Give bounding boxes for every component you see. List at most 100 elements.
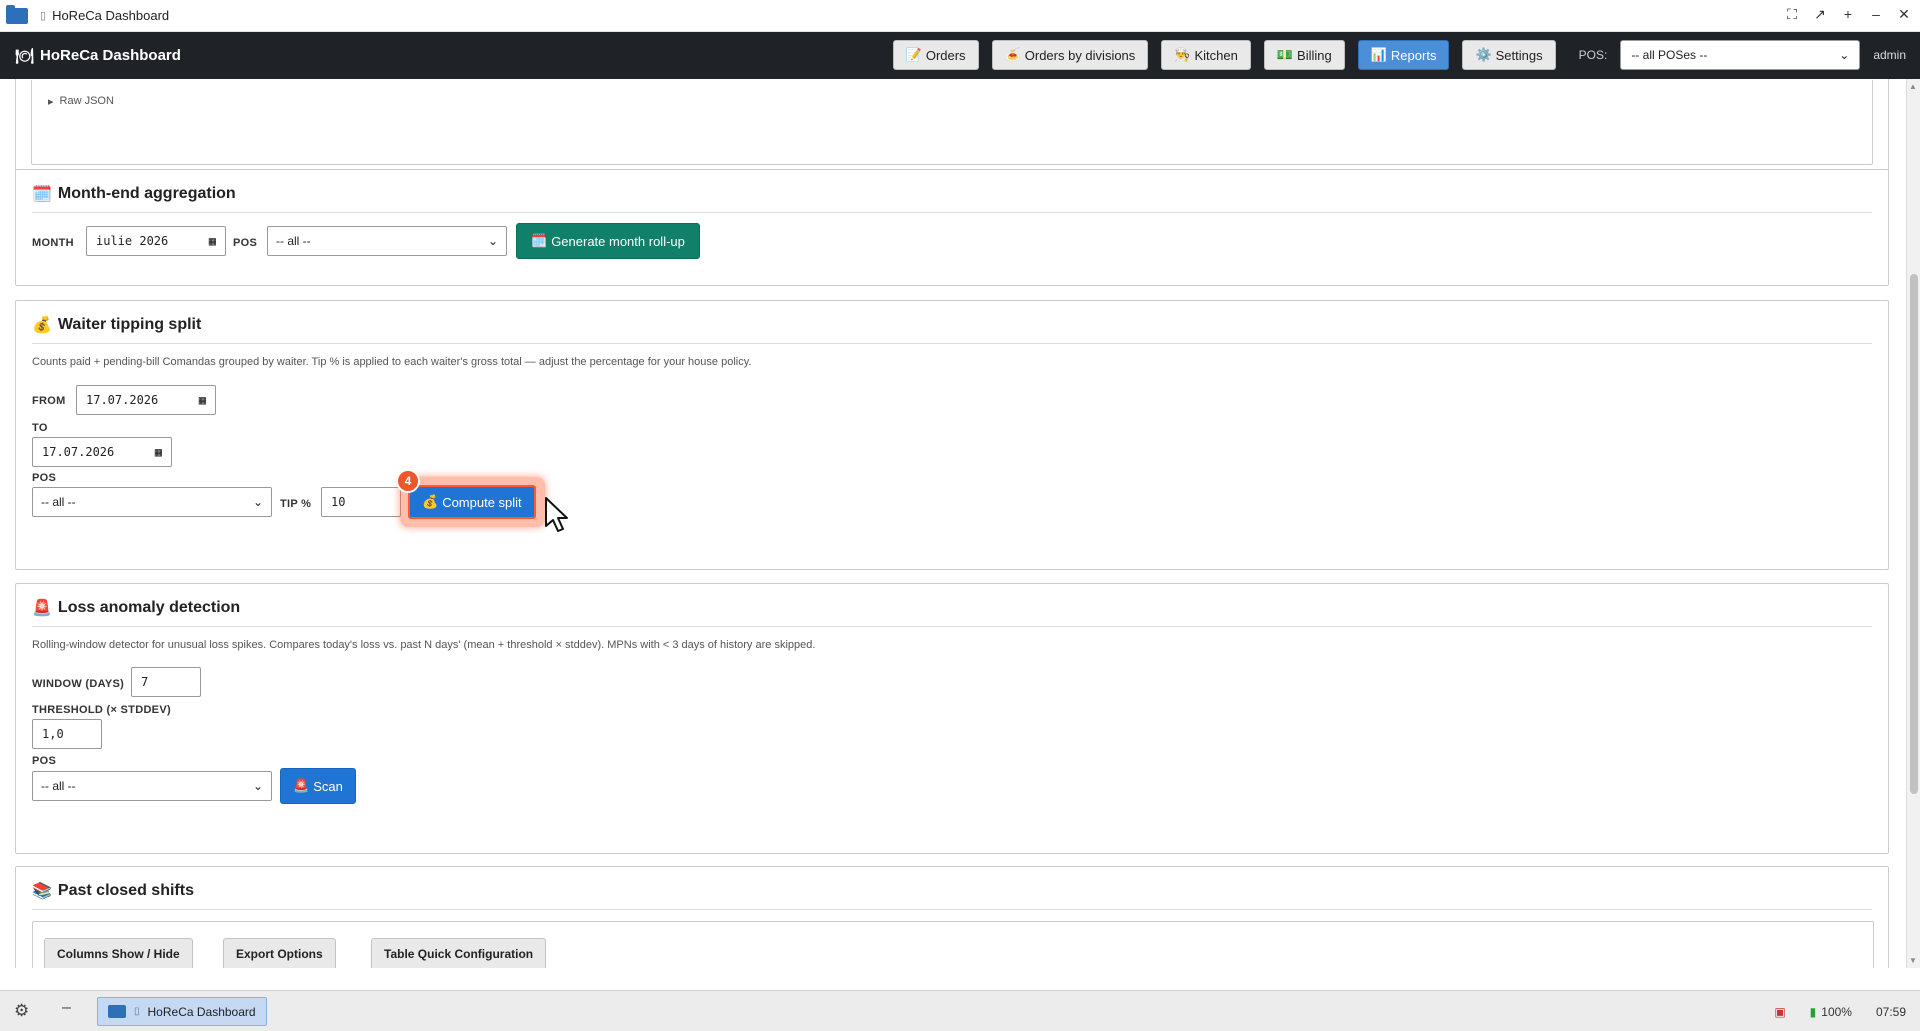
step-badge: 4 [396, 469, 420, 493]
month-end-heading: 🗓️ Month-end aggregation [32, 184, 1872, 213]
chef-icon: 👨‍🍳 [1174, 47, 1191, 62]
tipping-title: Waiter tipping split [57, 316, 202, 333]
export-options-tab[interactable]: Export Options [223, 938, 336, 968]
loss-pos-select[interactable]: -- all -- ⌄ [32, 771, 272, 801]
nav-kitchen-label: Kitchen [1194, 47, 1238, 63]
tipping-heading: 💰 Waiter tipping split [32, 315, 1872, 344]
scroll-up-icon[interactable]: ▲ [1909, 82, 1917, 91]
nav-kitchen-button[interactable]: 👨‍🍳 Kitchen [1161, 40, 1251, 70]
export-options-label: Export Options [236, 947, 323, 961]
scroll-down-icon[interactable]: ▼ [1909, 956, 1917, 965]
columns-show-hide-tab[interactable]: Columns Show / Hide [44, 938, 193, 968]
table-quick-config-tab[interactable]: Table Quick Configuration [371, 938, 547, 968]
to-date-input[interactable]: 17.07.2026 ▦ [32, 437, 172, 467]
to-date-value: 17.07.2026 [42, 445, 115, 459]
page-icon: ▯ [40, 10, 47, 22]
tipping-card: 💰 Waiter tipping split Counts paid + pen… [15, 300, 1889, 570]
folder-icon [108, 1005, 126, 1018]
scrollbar-thumb[interactable] [1910, 274, 1918, 794]
calendar-picker-icon[interactable]: ▦ [209, 234, 216, 248]
to-label: TO [32, 422, 48, 434]
money-icon: 💵 [1276, 47, 1294, 62]
restore-icon[interactable]: ↗ [1812, 6, 1828, 23]
nav-settings-button[interactable]: ⚙️ Settings [1462, 40, 1556, 70]
window-days-label: WINDOW (DAYS) [32, 678, 125, 690]
chevron-down-icon: ⌄ [252, 495, 263, 509]
columns-show-hide-label: Columns Show / Hide [57, 947, 180, 961]
loss-description: Rolling-window detector for unusual loss… [32, 639, 816, 651]
new-window-icon[interactable]: + [1840, 6, 1856, 23]
money-bag-icon: 💰 [422, 494, 439, 509]
compute-split-button[interactable]: 💰 Compute split [408, 485, 536, 519]
from-date-input[interactable]: 17.07.2026 ▦ [76, 385, 216, 415]
books-icon: 📚 [32, 883, 52, 900]
taskbar-app-button[interactable]: ▯ HoReCa Dashboard [97, 997, 267, 1026]
month-end-title: Month-end aggregation [57, 185, 236, 202]
month-pos-label: POS [233, 237, 258, 249]
nav-reports-button[interactable]: 📊 Reports [1357, 40, 1450, 70]
shifts-title: Past closed shifts [57, 882, 194, 899]
compute-split-label: Compute split [442, 494, 522, 510]
battery-icon: ▮ [1809, 1004, 1817, 1019]
tip-percent-value: 10 [331, 495, 346, 509]
month-pos-select[interactable]: -- all -- ⌄ [267, 226, 507, 256]
threshold-label: THRESHOLD (× STDDEV) [32, 704, 171, 716]
chevron-down-icon: ⌄ [487, 234, 498, 248]
nav-reports-label: Reports [1390, 47, 1437, 63]
tip-percent-input[interactable]: 10 [321, 487, 401, 517]
scan-label: Scan [313, 778, 343, 794]
system-tray: ▣ ▮ 100% 07:59 [1774, 991, 1906, 1031]
month-input[interactable]: iulie 2026 ▦ [86, 226, 226, 256]
shifts-heading: 📚 Past closed shifts [32, 881, 1872, 910]
nav-billing-label: Billing [1297, 47, 1332, 63]
memo-icon: 📝 [905, 47, 922, 62]
main-content: ▸ Raw JSON 🗓️ Month-end aggregation MONT… [0, 79, 1906, 968]
battery-indicator[interactable]: ▮ 100% [1810, 1005, 1852, 1019]
generate-month-rollup-button[interactable]: 🗓️ Generate month roll-up [516, 223, 700, 259]
calendar-picker-icon[interactable]: ▦ [155, 445, 162, 459]
minimize-icon[interactable]: – [1868, 6, 1884, 23]
spaghetti-icon: 🍝 [1004, 47, 1021, 62]
tipping-pos-select[interactable]: -- all -- ⌄ [32, 487, 272, 517]
calendar-icon: 🗓️ [32, 186, 52, 203]
pos-filter-select[interactable]: -- all POSes -- ⌄ [1620, 40, 1861, 70]
scan-button[interactable]: 🚨 Scan [280, 768, 356, 804]
app-navbar: 🍽 HoReCa Dashboard 📝 Orders 🍝 Orders by … [0, 32, 1920, 79]
page-icon: ▯ [134, 1006, 140, 1017]
triangle-right-icon: ▸ [48, 96, 54, 108]
pos-filter-label: POS: [1578, 48, 1608, 62]
tipping-pos-value: -- all -- [41, 495, 76, 509]
raw-json-label: Raw JSON [59, 95, 114, 107]
tipping-description: Counts paid + pending-bill Comandas grou… [32, 356, 752, 368]
from-date-value: 17.07.2026 [86, 393, 159, 407]
clock[interactable]: 07:59 [1876, 1005, 1906, 1019]
calendar-picker-icon[interactable]: ▦ [199, 393, 206, 407]
settings-gear-icon[interactable]: ⚙ [14, 1001, 29, 1021]
window-days-input[interactable]: 7 [131, 667, 201, 697]
loss-pos-label: POS [32, 755, 57, 767]
chart-icon: 📊 [1370, 47, 1387, 62]
nav-orders-by-divisions-label: Orders by divisions [1024, 47, 1136, 63]
vertical-scrollbar[interactable]: ▲ ▼ [1906, 79, 1920, 968]
show-desktop-icon[interactable]: – [62, 999, 71, 1017]
network-icon[interactable]: ▣ [1774, 1005, 1785, 1019]
brand-title: HoReCa Dashboard [40, 47, 181, 64]
month-label: MONTH [32, 237, 74, 249]
threshold-value: 1,0 [42, 727, 64, 741]
taskbar: ⚙ – ▯ HoReCa Dashboard ▣ ▮ 100% 07:59 [0, 990, 1920, 1031]
pos-filter-value: -- all POSes -- [1631, 48, 1708, 62]
fullscreen-icon[interactable]: ⛶ [1784, 6, 1800, 23]
nav-settings-label: Settings [1495, 47, 1543, 63]
chevron-down-icon: ⌄ [252, 779, 263, 793]
nav-orders-by-divisions-button[interactable]: 🍝 Orders by divisions [991, 40, 1149, 70]
close-icon[interactable]: ✕ [1896, 6, 1912, 23]
threshold-input[interactable]: 1,0 [32, 719, 102, 749]
nav-orders-button[interactable]: 📝 Orders [892, 40, 979, 70]
tipping-pos-label: POS [32, 472, 57, 484]
window-days-value: 7 [141, 675, 149, 689]
raw-json-toggle[interactable]: ▸ Raw JSON [48, 95, 114, 108]
nav-billing-button[interactable]: 💵 Billing [1263, 40, 1345, 70]
loss-card: 🚨 Loss anomaly detection Rolling-window … [15, 583, 1889, 854]
brand[interactable]: 🍽 HoReCa Dashboard [15, 47, 181, 65]
loss-heading: 🚨 Loss anomaly detection [32, 598, 1872, 627]
